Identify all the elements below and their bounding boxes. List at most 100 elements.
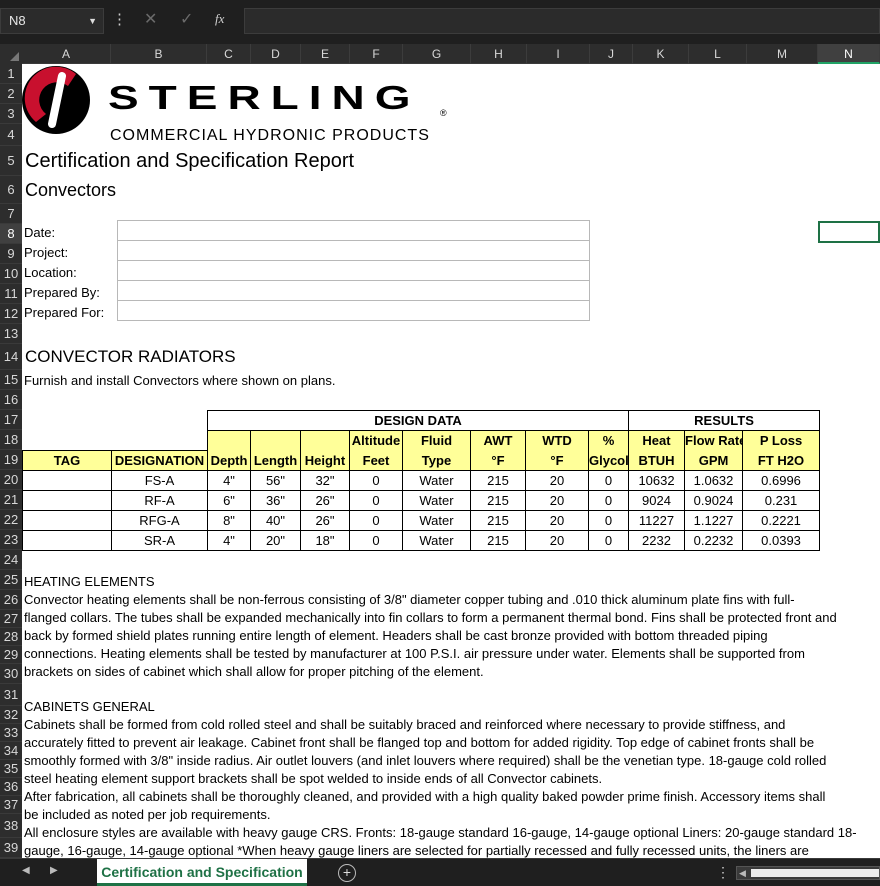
name-box-dropdown-icon[interactable]: ▼: [88, 9, 97, 33]
table-cell[interactable]: [22, 490, 112, 511]
row-header[interactable]: 13: [0, 324, 22, 344]
table-cell[interactable]: 20: [525, 530, 589, 551]
name-box[interactable]: N8 ▼: [0, 8, 104, 34]
table-cell[interactable]: 215: [470, 490, 526, 511]
table-cell[interactable]: 215: [470, 530, 526, 551]
table-cell[interactable]: 0.231: [742, 490, 821, 511]
table-cell[interactable]: 1.0632: [684, 470, 744, 491]
row-header[interactable]: 2: [0, 84, 22, 104]
formula-bar-more-icon[interactable]: ⋮: [112, 10, 127, 30]
table-cell[interactable]: 20": [250, 530, 301, 551]
table-cell[interactable]: 8": [207, 510, 251, 531]
row-header[interactable]: 4: [0, 124, 22, 146]
row-header[interactable]: 12: [0, 304, 22, 324]
row-header[interactable]: 28: [0, 628, 22, 646]
row-header[interactable]: 32: [0, 706, 22, 724]
table-cell[interactable]: 9024: [628, 490, 686, 511]
row-header[interactable]: 7: [0, 204, 22, 224]
row-header[interactable]: 10: [0, 264, 22, 284]
table-cell[interactable]: 0.0393: [742, 530, 821, 551]
row-header[interactable]: 22: [0, 510, 22, 530]
sheet-tab-certification[interactable]: Certification and Specification: [97, 859, 307, 886]
row-header[interactable]: 38: [0, 814, 22, 838]
row-header[interactable]: 18: [0, 430, 22, 450]
row-header[interactable]: 19: [0, 450, 22, 470]
table-cell[interactable]: 26": [300, 510, 350, 531]
row-header[interactable]: 8: [0, 224, 22, 244]
table-cell[interactable]: 0.2232: [684, 530, 744, 551]
table-cell[interactable]: RF-A: [111, 490, 208, 511]
table-cell[interactable]: 215: [470, 510, 526, 531]
row-header[interactable]: 26: [0, 590, 22, 610]
cancel-icon[interactable]: ✕: [144, 11, 157, 29]
column-header[interactable]: N: [818, 44, 880, 64]
row-header[interactable]: 24: [0, 550, 22, 570]
project-field[interactable]: [117, 240, 590, 261]
selected-cell-n8[interactable]: [818, 221, 880, 243]
table-cell[interactable]: 0: [587, 490, 630, 511]
table-cell[interactable]: 2232: [628, 530, 686, 551]
horizontal-scrollbar[interactable]: ◀: [736, 866, 880, 880]
column-header[interactable]: K: [633, 44, 689, 64]
prepared-by-field[interactable]: [117, 280, 590, 301]
table-cell[interactable]: 215: [470, 470, 526, 491]
next-sheet-icon[interactable]: ▶: [50, 865, 58, 876]
column-header[interactable]: G: [403, 44, 471, 64]
table-cell[interactable]: 36": [250, 490, 301, 511]
table-cell[interactable]: Water: [402, 490, 471, 511]
table-cell[interactable]: 11227: [628, 510, 686, 531]
row-header[interactable]: 15: [0, 370, 22, 390]
column-header[interactable]: F: [350, 44, 403, 64]
date-field[interactable]: [117, 220, 590, 241]
insert-function-icon[interactable]: fx: [215, 11, 224, 27]
prepared-for-field[interactable]: [117, 300, 590, 321]
column-header[interactable]: C: [207, 44, 251, 64]
table-cell[interactable]: SR-A: [111, 530, 208, 551]
table-cell[interactable]: 0: [587, 510, 630, 531]
table-cell[interactable]: 18": [300, 530, 350, 551]
row-header[interactable]: 27: [0, 610, 22, 628]
row-header[interactable]: 17: [0, 410, 22, 430]
row-header[interactable]: 20: [0, 470, 22, 490]
column-header[interactable]: I: [527, 44, 590, 64]
table-cell[interactable]: RFG-A: [111, 510, 208, 531]
table-cell[interactable]: 20: [525, 510, 589, 531]
row-header[interactable]: 33: [0, 724, 22, 742]
row-header[interactable]: 16: [0, 390, 22, 410]
row-header[interactable]: 14: [0, 344, 22, 370]
row-header[interactable]: 30: [0, 664, 22, 684]
column-header[interactable]: D: [251, 44, 301, 64]
table-cell[interactable]: 4": [207, 470, 251, 491]
table-cell[interactable]: FS-A: [111, 470, 208, 491]
table-cell[interactable]: 0: [349, 510, 403, 531]
row-header[interactable]: 34: [0, 742, 22, 760]
table-cell[interactable]: 56": [250, 470, 301, 491]
row-header[interactable]: 3: [0, 104, 22, 124]
table-cell[interactable]: 0: [349, 490, 403, 511]
table-cell[interactable]: Water: [402, 530, 471, 551]
scroll-left-icon[interactable]: ◀: [739, 867, 746, 879]
column-header[interactable]: M: [747, 44, 818, 64]
tab-more-icon[interactable]: ⋮: [716, 864, 730, 881]
table-cell[interactable]: [22, 510, 112, 531]
row-header[interactable]: 25: [0, 570, 22, 590]
table-cell[interactable]: 0.2221: [742, 510, 821, 531]
table-cell[interactable]: [22, 530, 112, 551]
table-cell[interactable]: 0: [587, 470, 630, 491]
row-header[interactable]: 5: [0, 146, 22, 176]
table-cell[interactable]: 4": [207, 530, 251, 551]
formula-input[interactable]: [244, 8, 880, 34]
row-header[interactable]: 39: [0, 838, 22, 858]
worksheet[interactable]: STERLING ® COMMERCIAL HYDRONIC PRODUCTS …: [22, 64, 880, 858]
table-cell[interactable]: 0: [349, 530, 403, 551]
row-header[interactable]: 31: [0, 684, 22, 706]
scrollbar-thumb[interactable]: [751, 869, 879, 877]
table-cell[interactable]: 20: [525, 490, 589, 511]
column-header[interactable]: H: [471, 44, 527, 64]
prev-sheet-icon[interactable]: ◀: [22, 865, 30, 876]
table-cell[interactable]: 6": [207, 490, 251, 511]
location-field[interactable]: [117, 260, 590, 281]
row-header[interactable]: 29: [0, 646, 22, 664]
row-header[interactable]: 21: [0, 490, 22, 510]
table-cell[interactable]: 0.6996: [742, 470, 821, 491]
